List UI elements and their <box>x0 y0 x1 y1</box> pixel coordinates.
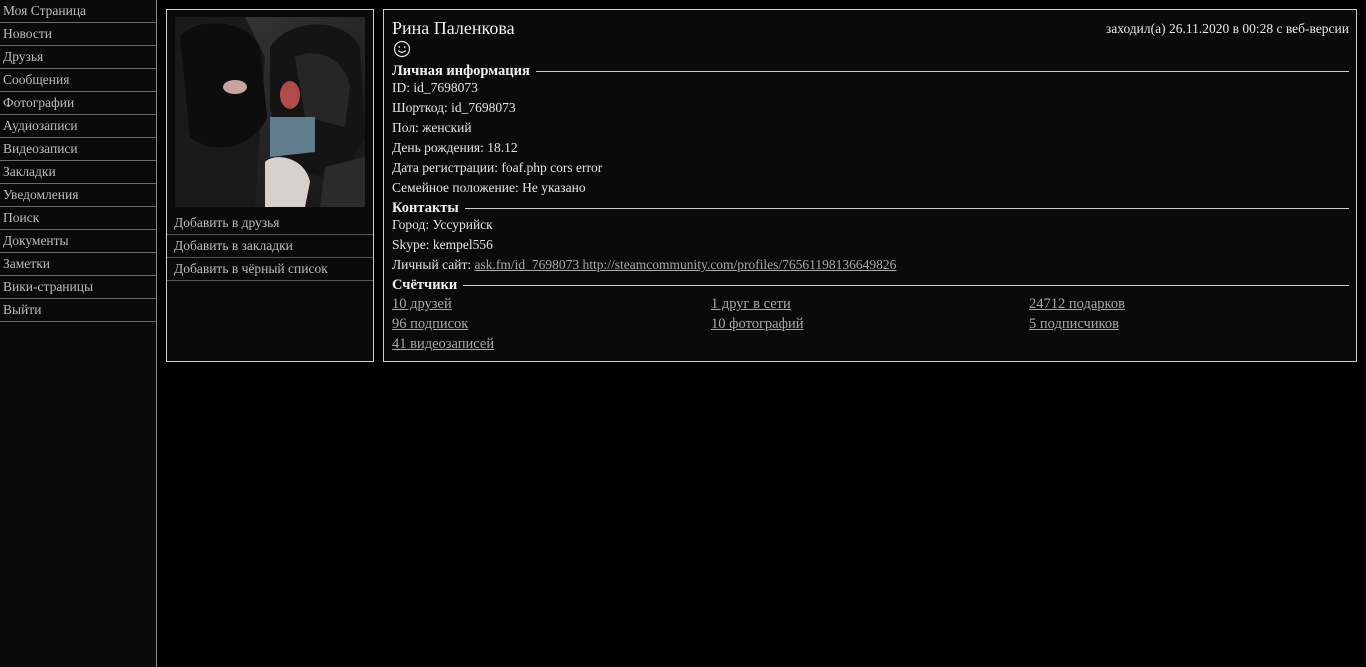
sidebar-item-my-page[interactable]: Моя Страница <box>0 0 156 23</box>
info-website: Личный сайт: ask.fm/id_7698073 http://st… <box>392 255 896 275</box>
sidebar-item-news[interactable]: Новости <box>0 23 156 46</box>
profile-name: Рина Паленкова <box>392 18 515 38</box>
website-label: Личный сайт: <box>392 257 475 272</box>
website-link[interactable]: ask.fm/id_7698073 http://steamcommunity.… <box>474 257 896 272</box>
sidebar-item-video[interactable]: Видеозаписи <box>0 138 156 161</box>
counter-subscriptions[interactable]: 96 подписок <box>392 314 468 334</box>
info-city: Город: Уссурийск <box>392 217 493 232</box>
last-seen-status: заходил(а) 26.11.2020 в 00:28 с веб-верс… <box>1105 21 1349 36</box>
counter-videos[interactable]: 41 видеозаписей <box>392 334 494 354</box>
info-gender: Пол: женский <box>392 120 472 135</box>
info-shortcode: Шорткод: id_7698073 <box>392 100 516 115</box>
sidebar-item-notes[interactable]: Заметки <box>0 253 156 276</box>
sidebar-item-messages[interactable]: Сообщения <box>0 69 156 92</box>
sidebar-item-photos[interactable]: Фотографии <box>0 92 156 115</box>
divider <box>464 207 1349 209</box>
sidebar-item-wiki[interactable]: Вики-страницы <box>0 276 156 299</box>
divider <box>535 70 1349 72</box>
profile-actions: Добавить в друзья Добавить в закладки До… <box>167 212 373 281</box>
sidebar-item-search[interactable]: Поиск <box>0 207 156 230</box>
personal-info-title: Личная информация <box>392 62 530 79</box>
sidebar-item-friends[interactable]: Друзья <box>0 46 156 69</box>
counters-heading: Счётчики <box>392 276 1349 294</box>
add-blacklist-button[interactable]: Добавить в чёрный список <box>167 258 373 281</box>
info-id: ID: id_7698073 <box>392 80 478 95</box>
sidebar-item-notifications[interactable]: Уведомления <box>0 184 156 207</box>
info-registration: Дата регистрации: foaf.php cors error <box>392 160 603 175</box>
counter-online-friends[interactable]: 1 друг в сети <box>711 294 791 314</box>
profile-info-panel: Рина Паленкова заходил(а) 26.11.2020 в 0… <box>383 9 1357 362</box>
divider <box>463 284 1349 286</box>
sidebar-item-bookmarks[interactable]: Закладки <box>0 161 156 184</box>
profile-left-panel: Добавить в друзья Добавить в закладки До… <box>166 9 374 362</box>
contacts-title: Контакты <box>392 199 459 216</box>
counter-friends[interactable]: 10 друзей <box>392 294 452 314</box>
sidebar-item-documents[interactable]: Документы <box>0 230 156 253</box>
counters-title: Счётчики <box>392 276 458 293</box>
avatar[interactable] <box>175 17 365 207</box>
counter-gifts[interactable]: 24712 подарков <box>1029 294 1125 314</box>
info-birthday: День рождения: 18.12 <box>392 140 518 155</box>
counter-photos[interactable]: 10 фотографий <box>711 314 804 334</box>
info-relationship: Семейное положение: Не указано <box>392 180 586 195</box>
add-bookmark-button[interactable]: Добавить в закладки <box>167 235 373 258</box>
sidebar-nav: Моя Страница Новости Друзья Сообщения Фо… <box>0 0 157 667</box>
avatar-photo <box>175 17 365 207</box>
counter-followers[interactable]: 5 подписчиков <box>1029 314 1119 334</box>
sidebar-item-audio[interactable]: Аудиозаписи <box>0 115 156 138</box>
personal-info-heading: Личная информация <box>392 62 1349 80</box>
contacts-heading: Контакты <box>392 199 1349 217</box>
add-friend-button[interactable]: Добавить в друзья <box>167 212 373 235</box>
sidebar-item-logout[interactable]: Выйти <box>0 299 156 322</box>
smiley-icon <box>393 40 411 58</box>
info-skype: Skype: kempel556 <box>392 237 493 252</box>
